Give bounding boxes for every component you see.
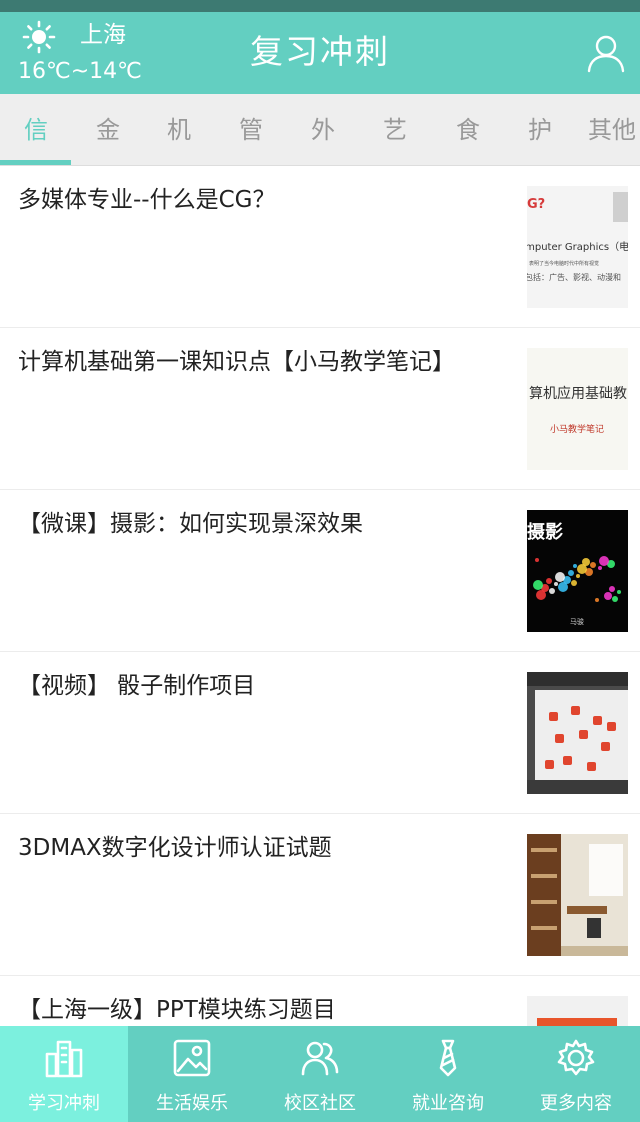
thumb-text: 品，表明了当今电脑时代中所有视觉 [527,260,599,267]
thumb-text: 摄影 [527,521,563,543]
thumb-text: 包括：广告、影视、动漫和 [527,272,621,282]
user-icon[interactable] [585,32,627,74]
thumb-text: 算机应用基础教 [529,385,627,402]
page-title: 复习冲刺 [250,32,390,71]
article-title: 【上海一级】PPT模块练习题目 [18,997,336,1023]
tab-3[interactable]: 管 [215,94,287,165]
article-thumbnail [527,672,628,794]
article-title: 计算机基础第一课知识点【小马教学笔记】 [18,349,455,375]
article-thumbnail [527,834,628,956]
thumb-text: G? [527,197,545,212]
nav-item-2[interactable]: 校区社区 [256,1026,384,1122]
article-title: 【视频】 骰子制作项目 [18,673,256,699]
status-bar [0,0,640,12]
article-thumbnail: 摄影马骏 [527,510,628,632]
app-screen: 上海 16℃~14℃ 复习冲刺 信金机管外艺食护其他 多媒体专业--什么是CG？… [0,0,640,1122]
list-item[interactable]: 计算机基础第一课知识点【小马教学笔记】 算机应用基础教 小马教学笔记 [0,328,640,490]
nav-item-3[interactable]: 就业咨询 [384,1026,512,1122]
tab-4[interactable]: 外 [287,94,359,165]
thumb-text: omputer Graphics（电 [527,240,628,253]
picture-icon [173,1039,211,1077]
category-tabs: 信金机管外艺食护其他 [0,94,640,166]
article-list: 多媒体专业--什么是CG？ G? omputer Graphics（电品，表明了当今… [0,166,640,1026]
article-title: 【微课】摄影：如何实现景深效果 [18,511,363,537]
tab-5[interactable]: 艺 [359,94,431,165]
tab-6[interactable]: 食 [432,94,504,165]
nav-label: 校区社区 [284,1093,356,1114]
nav-item-1[interactable]: 生活娱乐 [128,1026,256,1122]
bottom-nav: 学习冲刺 生活娱乐 校区社区 就业咨询 更多内容 [0,1026,640,1122]
nav-label: 就业咨询 [412,1093,484,1114]
article-thumbnail [527,996,628,1026]
nav-item-0[interactable]: 学习冲刺 [0,1026,128,1122]
gear-icon [557,1039,595,1076]
tab-1[interactable]: 金 [72,94,144,165]
list-item[interactable]: 多媒体专业--什么是CG？ G? omputer Graphics（电品，表明了当今… [0,166,640,328]
article-thumbnail: G? omputer Graphics（电品，表明了当今电脑时代中所有视觉包括：广… [527,186,628,308]
list-item[interactable]: 【微课】摄影：如何实现景深效果 摄影马骏 [0,490,640,652]
article-title: 3DMAX数字化设计师认证试题 [18,835,332,861]
tab-7[interactable]: 护 [504,94,576,165]
people-icon [301,1041,339,1076]
tab-0[interactable]: 信 [0,94,72,165]
nav-label: 生活娱乐 [156,1093,228,1114]
tie-icon [439,1039,457,1077]
list-item[interactable]: 3DMAX数字化设计师认证试题 [0,814,640,976]
list-item[interactable]: 【上海一级】PPT模块练习题目 [0,976,640,1026]
article-thumbnail: 算机应用基础教小马教学笔记 [527,348,628,470]
tab-8[interactable]: 其他 [576,94,640,165]
nav-label: 更多内容 [540,1093,612,1114]
list-item[interactable]: 【视频】 骰子制作项目 [0,652,640,814]
header-bar: 上海 16℃~14℃ 复习冲刺 [0,12,640,94]
buildings-icon [45,1040,83,1078]
thumb-text: 马骏 [570,617,584,626]
nav-item-4[interactable]: 更多内容 [512,1026,640,1122]
tab-2[interactable]: 机 [143,94,215,165]
article-title: 多媒体专业--什么是CG？ [18,187,276,213]
thumb-text: 小马教学笔记 [550,423,604,435]
nav-label: 学习冲刺 [28,1093,100,1114]
